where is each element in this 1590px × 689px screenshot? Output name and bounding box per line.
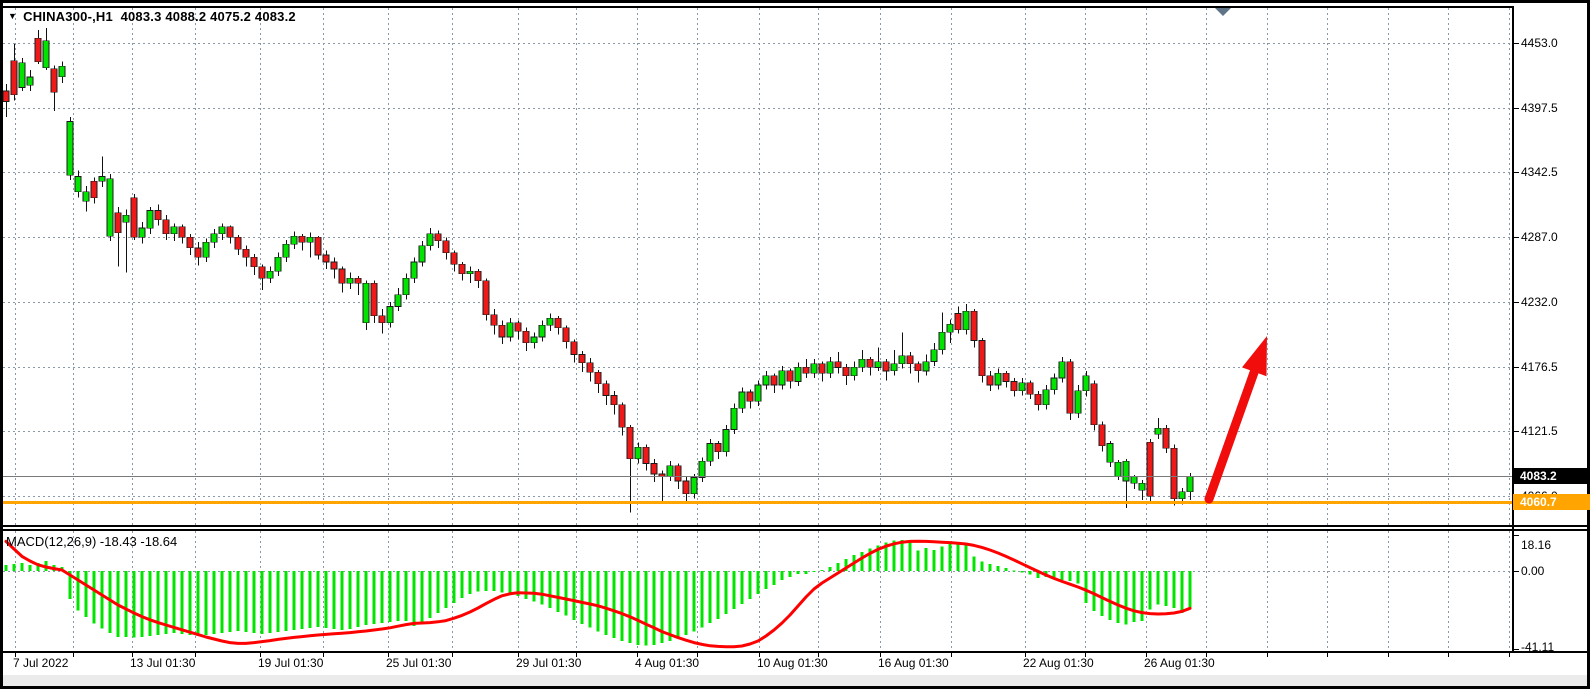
chart-shift-marker-icon[interactable]: [1215, 8, 1231, 16]
time-axis-label: 19 Jul 01:30: [258, 656, 323, 670]
macd-level-label: 18.16: [1521, 538, 1551, 552]
price-axis-label: 4121.5: [1521, 424, 1558, 438]
price-axis-label: 4342.5: [1521, 165, 1558, 179]
trading-chart-window: ▼ CHINA300-,H1 4083.3 4088.2 4075.2 4083.…: [0, 0, 1590, 689]
time-axis-label: 7 Jul 2022: [13, 656, 68, 670]
price-axis-label: 4176.5: [1521, 360, 1558, 374]
price-axis-label: 4287.0: [1521, 230, 1558, 244]
candles: [3, 38, 1193, 498]
time-axis-label: 13 Jul 01:30: [130, 656, 195, 670]
macd-level-label: -41.11: [1521, 640, 1554, 654]
time-axis-label: 26 Aug 01:30: [1144, 656, 1215, 670]
axis-ticks: [15, 43, 1519, 657]
grid-lines: [3, 8, 1512, 651]
chart-canvas[interactable]: [0, 0, 1590, 689]
bid-price-tag: 4083.2: [1513, 468, 1590, 484]
hline-price-tag: 4060.7: [1513, 494, 1590, 510]
time-axis-label: 25 Jul 01:30: [386, 656, 451, 670]
trend-arrow[interactable]: [1209, 336, 1267, 499]
price-axis-label: 4397.5: [1521, 101, 1558, 115]
price-axis-label: 4232.0: [1521, 295, 1558, 309]
macd-level-label: 0.00: [1521, 564, 1544, 578]
time-axis-label: 29 Jul 01:30: [516, 656, 581, 670]
symbol-dropdown-icon[interactable]: ▼: [8, 11, 17, 21]
symbol-name: CHINA300-,H1: [23, 9, 113, 24]
time-axis-label: 22 Aug 01:30: [1023, 656, 1094, 670]
symbol-info: ▼ CHINA300-,H1 4083.3 4088.2 4075.2 4083.…: [8, 9, 296, 24]
candle-wicks: [7, 28, 1191, 513]
macd-indicator-label: MACD(12,26,9) -18.43 -18.64: [6, 534, 177, 549]
price-axis-label: 4453.0: [1521, 36, 1558, 50]
time-axis-label: 10 Aug 01:30: [757, 656, 828, 670]
symbol-ohlc-values: 4083.3 4088.2 4075.2 4083.2: [121, 9, 296, 24]
time-axis-label: 16 Aug 01:30: [878, 656, 949, 670]
time-axis-label: 4 Aug 01:30: [635, 656, 699, 670]
